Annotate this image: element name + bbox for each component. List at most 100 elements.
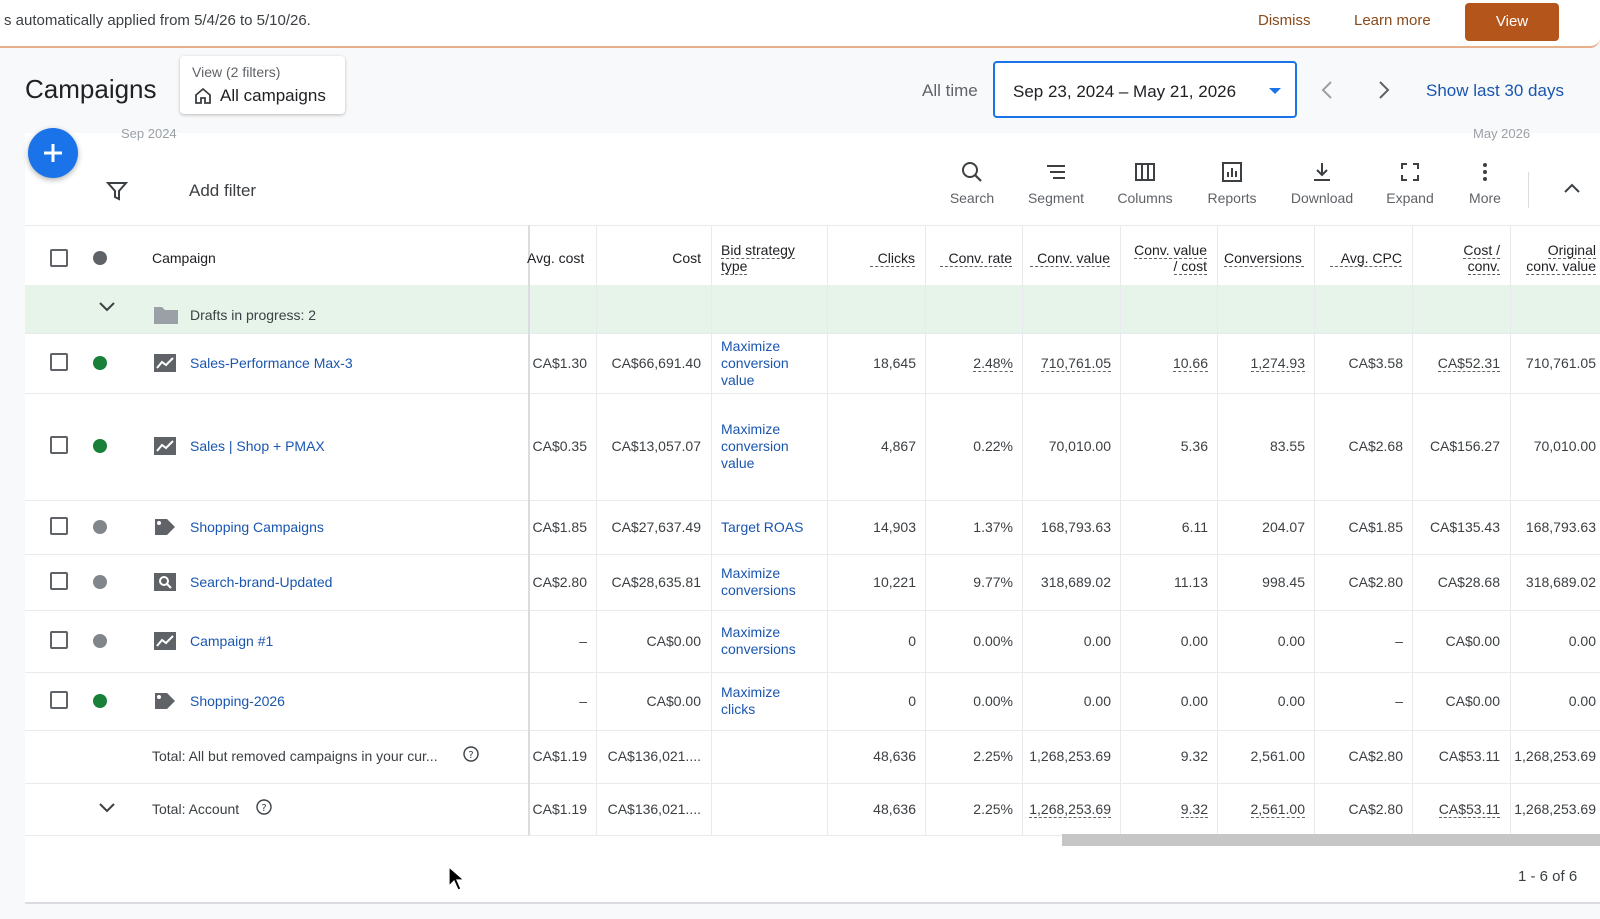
status-paused-icon[interactable] (93, 575, 107, 589)
col-header-cost[interactable]: Cost (600, 250, 701, 266)
row-avg-cost: – (579, 633, 587, 649)
chevron-left-icon[interactable] (1317, 78, 1337, 102)
drafts-label[interactable]: Drafts in progress: 2 (190, 307, 316, 323)
row-conv-value-per-cost: 6.11 (1181, 519, 1208, 535)
row-conv-rate: 0.00% (973, 633, 1013, 649)
filter-icon[interactable] (106, 180, 128, 202)
row-cost-per-conv[interactable]: CA$52.31 (1437, 355, 1500, 372)
row-avg-cost: CA$1.85 (532, 519, 587, 535)
view-button[interactable]: View (1465, 3, 1559, 41)
status-enabled-icon[interactable] (93, 439, 107, 453)
row-conv-rate[interactable]: 2.48% (973, 355, 1013, 372)
col-border (1412, 225, 1413, 835)
status-paused-icon[interactable] (93, 520, 107, 534)
row-conversions: 0.00 (1277, 633, 1305, 649)
col-header-conversions[interactable]: Conversions (1224, 250, 1304, 267)
expand-tool[interactable]: Expand (1380, 160, 1440, 206)
row-cost-per-conv: CA$156.27 (1429, 438, 1500, 454)
show-last-30-days-link[interactable]: Show last 30 days (1426, 81, 1564, 101)
row-checkbox[interactable] (50, 517, 68, 535)
date-range-picker[interactable]: Sep 23, 2024 – May 21, 2026 (993, 61, 1297, 118)
row-conv-value: 70,010.00 (1048, 438, 1111, 454)
bid-strategy-line: value (721, 454, 755, 471)
total-account-cv-cost[interactable]: 9.32 (1180, 801, 1208, 818)
col-header-avg-cost[interactable]: Avg. cost (527, 250, 584, 266)
add-filter-button[interactable]: Add filter (189, 181, 256, 201)
bid-strategy-link[interactable]: Target ROAS (721, 519, 803, 536)
row-checkbox[interactable] (50, 631, 68, 649)
timeline-start-label: Sep 2024 (121, 126, 177, 141)
bid-strategy-link[interactable]: Maximize conversion value (721, 338, 789, 389)
columns-icon (1135, 163, 1155, 181)
mouse-cursor-icon (448, 866, 466, 891)
row-clicks: 14,903 (873, 519, 916, 535)
bid-strategy-link[interactable]: Maximize conversions (721, 565, 796, 599)
col-header-conv-rate[interactable]: Conv. rate (940, 250, 1012, 267)
col-header-conv-value[interactable]: Conv. value (1030, 250, 1110, 267)
status-enabled-icon[interactable] (93, 356, 107, 370)
row-avg-cpc: CA$2.80 (1348, 574, 1403, 590)
total-account-conversions[interactable]: 2,561.00 (1250, 801, 1305, 818)
bid-strategy-link[interactable]: Maximize conversion value (721, 421, 789, 472)
row-cost-per-conv: CA$0.00 (1445, 693, 1500, 709)
col-header-avg-cpc[interactable]: Avg. CPC (1330, 250, 1402, 267)
bid-strategy-link[interactable]: Maximize clicks (721, 684, 780, 718)
total-account-cost-conv[interactable]: CA$53.11 (1438, 801, 1500, 818)
row-cost: CA$13,057.07 (611, 438, 701, 454)
total-campaigns-conversions: 2,561.00 (1250, 748, 1306, 764)
col-header-campaign[interactable]: Campaign (152, 250, 216, 266)
row-checkbox[interactable] (50, 691, 68, 709)
shopping-tag-icon (155, 693, 175, 709)
row-conv-value[interactable]: 710,761.05 (1040, 355, 1111, 372)
chevron-down-icon[interactable] (97, 801, 117, 815)
campaign-name-link[interactable]: Campaign #1 (190, 633, 273, 649)
new-campaign-button[interactable] (28, 128, 78, 178)
row-checkbox[interactable] (50, 572, 68, 590)
bid-strategy-link[interactable]: Maximize conversions (721, 624, 796, 658)
view-selector[interactable]: View (2 filters) All campaigns (180, 56, 345, 114)
bid-strategy-line: conversions (721, 641, 796, 657)
help-icon[interactable]: ? (463, 746, 479, 762)
row-conv-value: 318,689.02 (1040, 574, 1111, 590)
total-account-avg-cpc: CA$2.80 (1348, 801, 1403, 817)
reports-tool[interactable]: Reports (1200, 160, 1264, 206)
campaign-name-link[interactable]: Search-brand-Updated (190, 574, 332, 590)
reports-icon (1222, 162, 1242, 182)
status-paused-icon[interactable] (93, 634, 107, 648)
col-header-clicks[interactable]: Clicks (870, 250, 915, 267)
chevron-down-icon[interactable] (97, 300, 117, 314)
total-account-conv-value[interactable]: 1,268,253.69 (1029, 801, 1111, 818)
dismiss-button[interactable]: Dismiss (1258, 12, 1311, 29)
home-icon (195, 87, 211, 104)
col-border (711, 225, 712, 835)
total-campaigns-label: Total: All but removed campaigns in your… (152, 748, 438, 764)
timeline-end-label: May 2026 (1473, 126, 1531, 141)
search-tool[interactable]: Search (944, 160, 1000, 206)
row-border (25, 730, 1600, 731)
learn-more-link[interactable]: Learn more (1354, 12, 1431, 29)
campaign-name-link[interactable]: Sales | Shop + PMAX (190, 438, 325, 454)
campaign-name-link[interactable]: Shopping-2026 (190, 693, 285, 709)
more-tool[interactable]: More (1460, 160, 1510, 206)
row-conversions[interactable]: 1,274.93 (1250, 355, 1305, 372)
campaign-name-link[interactable]: Shopping Campaigns (190, 519, 324, 535)
row-border (25, 393, 1600, 394)
help-icon[interactable]: ? (256, 799, 272, 815)
chevron-right-icon[interactable] (1374, 78, 1394, 102)
row-conversions: 0.00 (1277, 693, 1305, 709)
segment-tool[interactable]: Segment (1022, 160, 1090, 206)
campaign-name-link[interactable]: Sales-Performance Max-3 (190, 355, 353, 371)
row-conv-rate: 0.00% (973, 693, 1013, 709)
row-avg-cost: CA$0.35 (532, 438, 587, 454)
download-tool[interactable]: Download (1286, 160, 1358, 206)
chevron-up-icon[interactable] (1562, 181, 1582, 195)
horizontal-scrollbar[interactable] (1062, 834, 1600, 846)
row-checkbox[interactable] (50, 353, 68, 371)
select-all-checkbox[interactable] (50, 249, 68, 267)
expand-icon (1401, 163, 1419, 181)
status-enabled-icon[interactable] (93, 694, 107, 708)
row-conv-value-per-cost[interactable]: 10.66 (1172, 355, 1208, 372)
columns-tool[interactable]: Columns (1112, 160, 1178, 206)
row-checkbox[interactable] (50, 436, 68, 454)
more-tool-label: More (1469, 190, 1501, 206)
